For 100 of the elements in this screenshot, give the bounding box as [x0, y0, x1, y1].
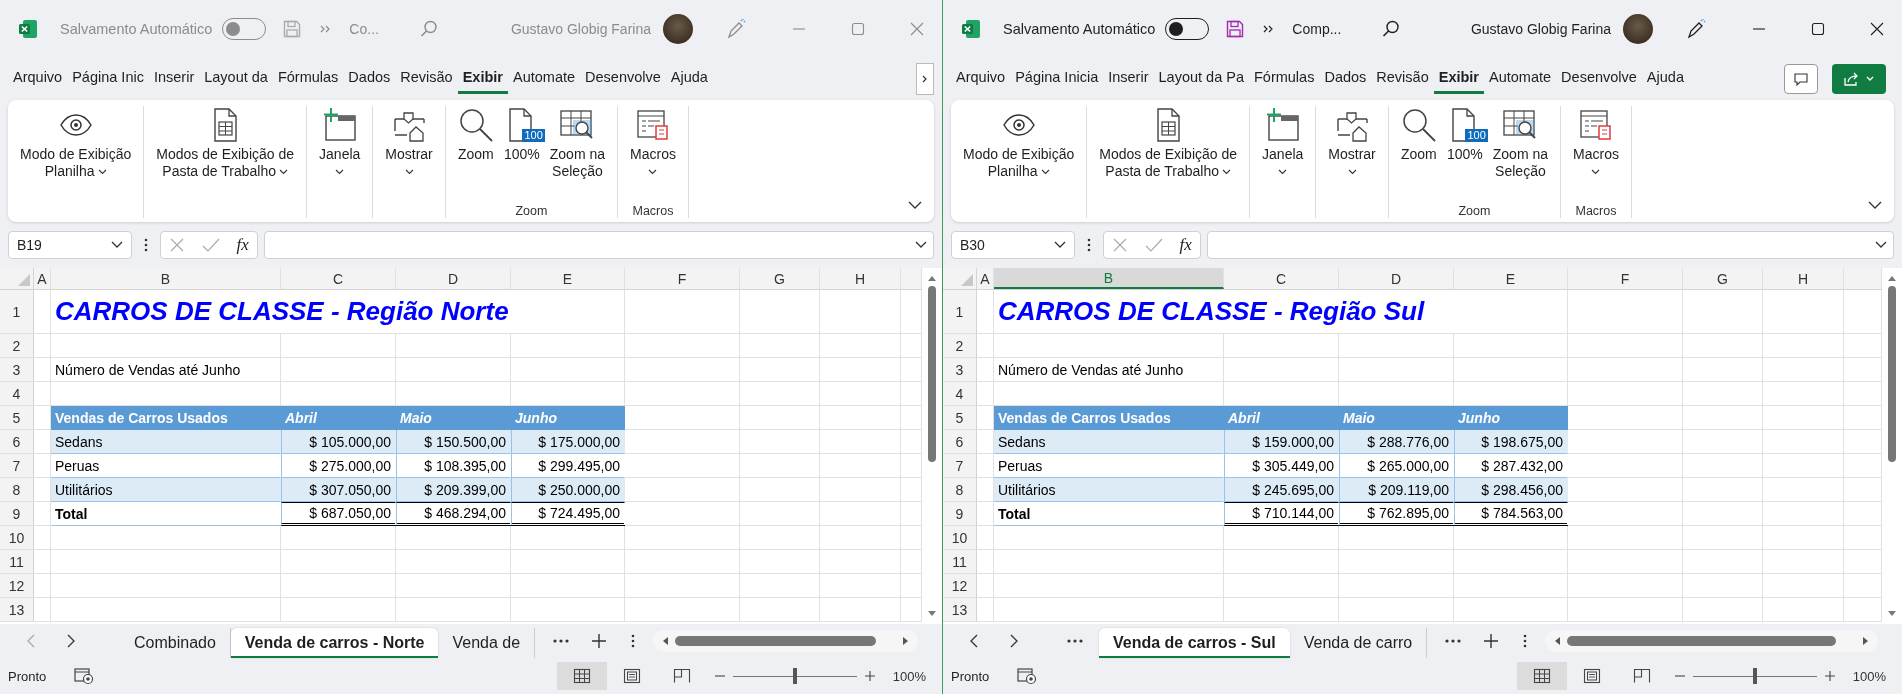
- ribbon-button[interactable]: Mostrar: [381, 106, 437, 218]
- column-header[interactable]: F: [625, 268, 740, 289]
- ribbon-tab[interactable]: Inserir: [1103, 64, 1154, 94]
- ribbon-button[interactable]: 100 100%: [1442, 106, 1487, 202]
- scroll-up-icon[interactable]: [1887, 274, 1897, 282]
- column-header[interactable]: D: [396, 268, 511, 289]
- column-header[interactable]: G: [1683, 268, 1763, 289]
- column-header[interactable]: H: [820, 268, 901, 289]
- ribbon-tab[interactable]: Fórmulas: [1248, 64, 1320, 94]
- double-chevron-icon[interactable]: [1263, 24, 1275, 34]
- scroll-right-icon[interactable]: [1862, 636, 1870, 646]
- scroll-thumb[interactable]: [1888, 286, 1896, 462]
- row-header[interactable]: 7: [943, 454, 977, 478]
- scroll-left-icon[interactable]: [1553, 636, 1562, 646]
- vertical-scrollbar[interactable]: [1882, 268, 1902, 624]
- column-header[interactable]: G: [740, 268, 820, 289]
- row-header[interactable]: 1: [943, 290, 977, 334]
- ribbon-tab[interactable]: Revisão: [1371, 64, 1434, 94]
- pen-icon[interactable]: [1685, 18, 1707, 40]
- add-sheet-icon[interactable]: [1483, 633, 1500, 649]
- normal-view-button[interactable]: [1516, 662, 1567, 690]
- scroll-thumb[interactable]: [1567, 636, 1836, 646]
- avatar[interactable]: [1623, 14, 1653, 44]
- column-header[interactable]: F: [1568, 268, 1683, 289]
- zoom-level[interactable]: 100%: [1852, 668, 1886, 684]
- ribbon-button[interactable]: Janela: [315, 106, 365, 218]
- column-header[interactable]: C: [1224, 268, 1339, 289]
- row-header[interactable]: 2: [943, 334, 977, 358]
- ribbon-tab[interactable]: Arquivo: [951, 64, 1011, 94]
- column-header[interactable]: E: [511, 268, 625, 289]
- chevron-down-icon[interactable]: [1875, 241, 1887, 249]
- ribbon-button[interactable]: Macros: [1569, 106, 1623, 202]
- ribbon-tab[interactable]: Página Inicia: [1010, 64, 1104, 94]
- row-header[interactable]: 4: [943, 382, 977, 406]
- ribbon-tab[interactable]: Layout da Pa: [1153, 64, 1249, 94]
- table-cell: Utilitários: [51, 478, 281, 502]
- ribbon-tab[interactable]: Desenvolve: [1556, 64, 1642, 94]
- share-button[interactable]: [1832, 64, 1886, 94]
- document-title[interactable]: Comp...: [1292, 21, 1342, 37]
- insert-function-button[interactable]: fx: [1179, 235, 1192, 255]
- more-icon[interactable]: [1067, 639, 1083, 643]
- speech-bubble-icon: [1793, 71, 1809, 87]
- kebab-icon[interactable]: [1523, 634, 1528, 648]
- column-header[interactable]: A: [34, 268, 51, 289]
- scroll-down-icon[interactable]: [1887, 610, 1897, 618]
- ribbon-tab[interactable]: Automate: [1484, 64, 1557, 94]
- row-header[interactable]: 6: [943, 430, 977, 454]
- row-header[interactable]: 12: [943, 574, 977, 598]
- ribbon-button[interactable]: Zoom: [1396, 106, 1441, 202]
- maximize-icon[interactable]: [1811, 22, 1825, 36]
- ribbon-tab[interactable]: Dados: [1319, 64, 1372, 94]
- horizontal-scrollbar[interactable]: [1545, 630, 1878, 652]
- ribbon-button[interactable]: Macros: [626, 106, 680, 202]
- spreadsheet-logo-icon: [961, 19, 981, 39]
- row-header[interactable]: 10: [943, 526, 977, 550]
- comments-button[interactable]: [1784, 64, 1818, 94]
- caret-icon: [404, 169, 414, 175]
- next-sheet-icon[interactable]: [1009, 633, 1019, 649]
- column-header[interactable]: H: [1763, 268, 1844, 289]
- previous-sheet-icon[interactable]: [969, 633, 979, 649]
- sheet-tab[interactable]: Venda de carros - Sul: [1099, 628, 1290, 658]
- kebab-icon[interactable]: [1087, 238, 1091, 252]
- close-icon[interactable]: [1870, 22, 1884, 36]
- column-header[interactable]: E: [1454, 268, 1568, 289]
- row-header[interactable]: 3: [943, 358, 977, 382]
- row-header[interactable]: 11: [943, 550, 977, 574]
- ribbon-button[interactable]: Modos de Exibição de Pasta de Trabalho: [1095, 106, 1242, 218]
- user-name[interactable]: Gustavo Globig Farina: [1470, 21, 1611, 37]
- ribbon-button[interactable]: Mostrar: [1324, 106, 1380, 218]
- ribbon-tab[interactable]: Ajuda: [1641, 64, 1689, 94]
- save-icon[interactable]: [1225, 19, 1246, 39]
- chevron-down-icon[interactable]: [1868, 201, 1882, 210]
- name-box[interactable]: B30: [951, 231, 1075, 259]
- row-header[interactable]: 9: [943, 502, 977, 526]
- ribbon-button[interactable]: Zoom na Seleção: [1488, 106, 1553, 202]
- ribbon-button[interactable]: 100 100%: [499, 106, 544, 202]
- table-cell: $ 298.456,00: [1454, 478, 1568, 502]
- sheet-tab[interactable]: Venda de carro: [1289, 628, 1428, 658]
- column-header[interactable]: C: [281, 268, 396, 289]
- formula-input[interactable]: [1207, 231, 1894, 259]
- ribbon-tab[interactable]: Exibir: [1433, 64, 1484, 94]
- row-header[interactable]: 5: [943, 406, 977, 430]
- ribbon-button[interactable]: Zoom na Seleção: [545, 106, 610, 202]
- more-icon[interactable]: [1445, 639, 1462, 643]
- zoom-in-icon[interactable]: [1824, 671, 1835, 681]
- ribbon-button[interactable]: Modo de Exibição Planilha: [959, 106, 1079, 218]
- ribbon-button[interactable]: Modo de Exibição Planilha: [16, 106, 136, 218]
- row-header[interactable]: 13: [943, 598, 977, 622]
- percent-badge: 100: [1465, 129, 1488, 142]
- ribbon-button[interactable]: Janela: [1258, 106, 1308, 218]
- column-header[interactable]: B: [994, 268, 1224, 289]
- accessibility-icon[interactable]: [1017, 667, 1038, 685]
- ribbon-button[interactable]: Modos de Exibição de Pasta de Trabalho: [152, 106, 299, 218]
- row-header[interactable]: 8: [943, 478, 977, 502]
- search-icon[interactable]: [1381, 19, 1402, 39]
- column-header[interactable]: D: [1339, 268, 1454, 289]
- ribbon-button[interactable]: Zoom: [453, 106, 498, 202]
- table-cell: $ 288.776,00: [1339, 430, 1454, 454]
- check-icon[interactable]: [1144, 237, 1163, 253]
- column-header[interactable]: B: [51, 268, 281, 289]
